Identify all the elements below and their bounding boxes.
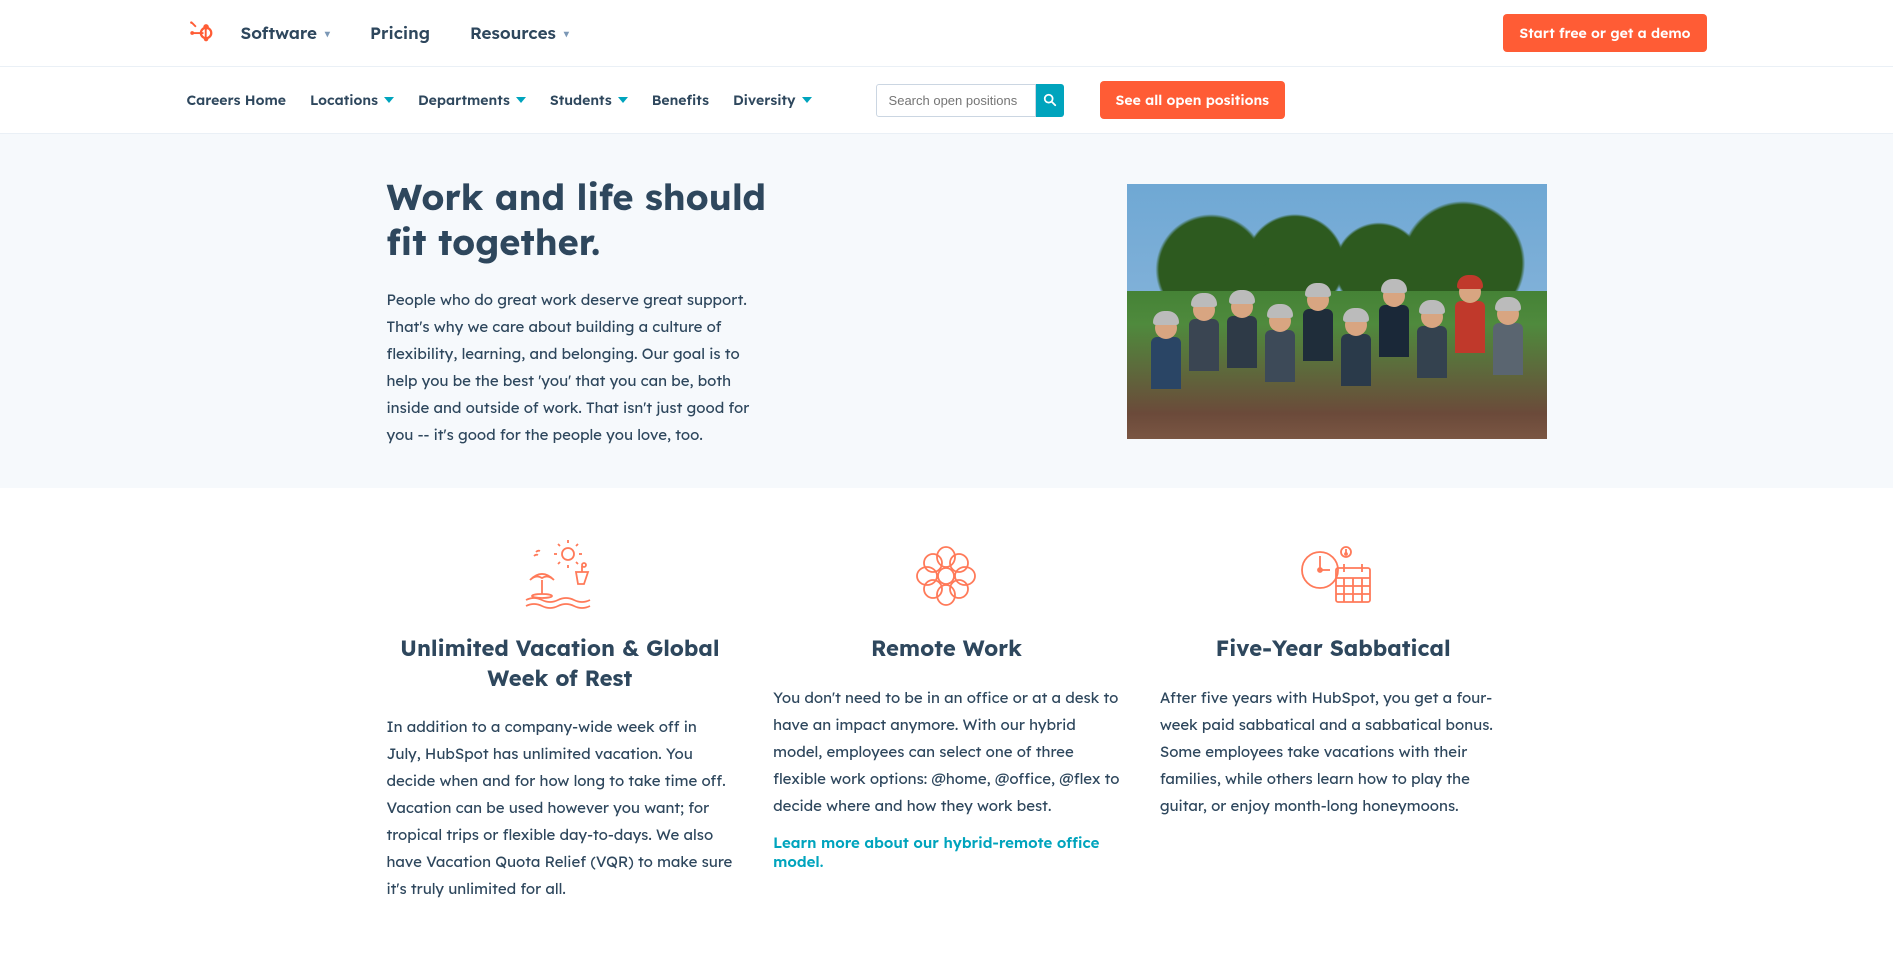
caret-down-icon [516, 97, 526, 103]
remote-work-icon [773, 536, 1120, 616]
hero-title: Work and life should fit together. [387, 174, 767, 264]
caret-down-icon [384, 97, 394, 103]
subnav-label: Benefits [652, 91, 709, 109]
nav-label: Pricing [370, 23, 430, 44]
benefit-body: After five years with HubSpot, you get a… [1160, 684, 1507, 819]
hero-section: Work and life should fit together. Peopl… [0, 134, 1893, 488]
hero-photo [1127, 184, 1547, 439]
subnav-students[interactable]: Students [550, 91, 628, 109]
search-icon [1043, 93, 1057, 107]
nav-pricing[interactable]: Pricing [370, 23, 430, 44]
search-input[interactable] [876, 84, 1036, 117]
hero-body: People who do great work deserve great s… [387, 286, 767, 448]
caret-down-icon [802, 97, 812, 103]
benefit-link[interactable]: Learn more about our hybrid-remote offic… [773, 833, 1120, 871]
subnav-careers-home[interactable]: Careers Home [187, 91, 286, 109]
subnav-label: Departments [418, 91, 510, 109]
benefit-body: In addition to a company-wide week off i… [387, 713, 734, 902]
benefit-title: Remote Work [773, 634, 1120, 664]
chevron-down-icon: ▾ [325, 27, 330, 40]
subnav-label: Careers Home [187, 91, 286, 109]
sabbatical-icon [1160, 536, 1507, 616]
search-form [876, 84, 1064, 117]
nav-label: Software [241, 23, 317, 44]
subnav-label: Locations [310, 91, 378, 109]
subnav-diversity[interactable]: Diversity [733, 91, 812, 109]
careers-navigation: Careers Home Locations Departments Stude… [0, 67, 1893, 134]
benefit-title: Unlimited Vacation & Global Week of Rest [387, 634, 734, 693]
chevron-down-icon: ▾ [564, 27, 569, 40]
search-button[interactable] [1036, 84, 1064, 117]
subnav-label: Students [550, 91, 612, 109]
start-free-button[interactable]: Start free or get a demo [1503, 14, 1706, 52]
benefit-title: Five-Year Sabbatical [1160, 634, 1507, 664]
hubspot-logo[interactable] [187, 20, 213, 46]
nav-software[interactable]: Software ▾ [241, 23, 330, 44]
benefits-section: Unlimited Vacation & Global Week of Rest… [0, 488, 1893, 962]
benefit-sabbatical: Five-Year Sabbatical After five years wi… [1160, 536, 1507, 902]
benefit-body: You don't need to be in an office or at … [773, 684, 1120, 819]
caret-down-icon [618, 97, 628, 103]
benefit-remote: Remote Work You don't need to be in an o… [773, 536, 1120, 902]
top-navigation: Software ▾ Pricing Resources ▾ Start free … [0, 0, 1893, 67]
subnav-departments[interactable]: Departments [418, 91, 526, 109]
vacation-icon [387, 536, 734, 616]
subnav-locations[interactable]: Locations [310, 91, 394, 109]
subnav-label: Diversity [733, 91, 796, 109]
nav-label: Resources [470, 23, 556, 44]
benefit-vacation: Unlimited Vacation & Global Week of Rest… [387, 536, 734, 902]
subnav-benefits[interactable]: Benefits [652, 91, 709, 109]
see-all-positions-button[interactable]: See all open positions [1100, 81, 1286, 119]
nav-resources[interactable]: Resources ▾ [470, 23, 569, 44]
